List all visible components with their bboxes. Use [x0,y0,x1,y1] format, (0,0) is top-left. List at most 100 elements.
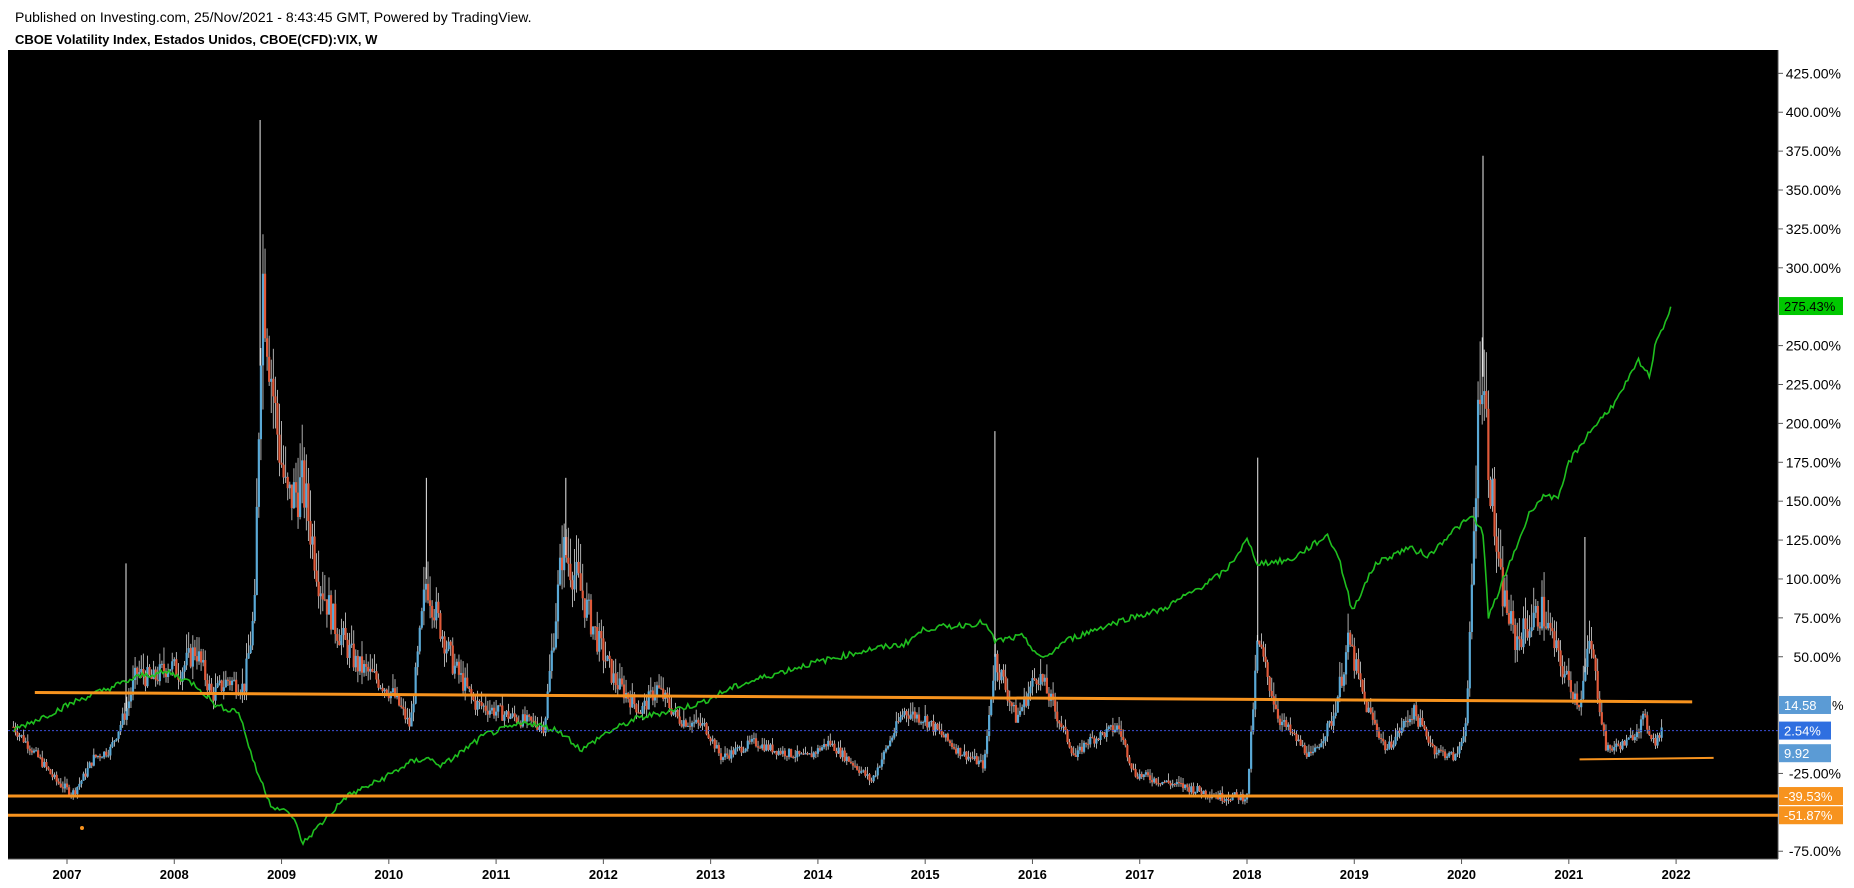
candle-body [247,653,250,659]
candle-body [278,434,281,463]
candle-body [1099,732,1102,741]
candle-body [1316,747,1319,749]
candle-body [1619,745,1622,750]
candle-body [1503,590,1506,607]
candle-body [853,765,857,767]
candle-body [583,598,586,618]
candle-body [889,740,892,747]
candle-body [92,754,95,766]
candle-body [785,756,789,758]
candle-body [703,723,706,725]
candle-body [1429,742,1432,744]
candle-body [371,668,374,672]
candle-body [1446,756,1449,758]
candle-body [567,557,570,564]
candle-body [1332,715,1335,726]
candle-body [538,727,541,730]
candle-body [1530,627,1533,632]
candle-body [1512,611,1515,625]
candle-body [777,750,780,755]
candle-body [606,655,609,661]
candle-body [1334,712,1337,716]
candle-body [1066,730,1069,743]
candle-body [614,673,617,686]
candle-body [575,561,578,576]
candle-body [191,647,194,667]
candle-body [1140,773,1143,777]
x-tick-label: 2007 [53,867,82,882]
candle-body [1142,774,1145,777]
y-tick-label: 75.00% [1794,610,1841,626]
candle-body [893,733,896,738]
candle-body [742,751,745,753]
candle-body [959,747,962,756]
candle-body [581,590,584,599]
candle-body [802,753,805,755]
candle-body [49,769,52,775]
candle-body [1644,713,1647,716]
candle-body [208,683,211,691]
candle-body [400,705,403,708]
candle-body [558,557,562,585]
candle-body [1441,750,1445,752]
candle-body [1054,700,1057,712]
candle-body [1567,670,1570,681]
candle-body [1074,755,1077,757]
vix-chart[interactable]: 425.00% 400.00% 375.00% 350.00% 325.00% 300.0… [0,0,1854,888]
candle-body [1563,674,1566,678]
candle-body [1002,669,1005,677]
candle-body [1415,705,1418,717]
candle-body [348,645,351,658]
candle-body [228,680,232,686]
plot-background [8,50,1778,859]
candle-body [726,753,729,756]
candle-body [697,719,700,723]
candle-body [210,683,213,693]
candle-body [59,783,62,788]
candle-body [406,717,409,720]
candle-body [1606,745,1610,751]
candle-body [608,655,611,660]
candle-body [1161,781,1164,785]
candle-body [1320,743,1323,748]
candle-body [1258,640,1261,645]
candle-body [253,594,256,622]
y-tick-label: 350.00% [1786,182,1841,198]
candle-body [1588,640,1591,649]
candle-body [1029,686,1032,694]
candle-body [391,688,395,693]
candle-body [523,714,527,722]
candle-body [738,746,741,748]
candle-body [1631,735,1634,741]
candle-body [1113,729,1117,732]
candle-body [437,601,440,614]
candle-body [668,698,671,709]
candle-body [1594,657,1597,671]
candle-body [657,685,661,688]
candle-body [37,750,40,758]
candle-body [1481,395,1484,405]
candle-body [424,583,428,590]
candle-body [1091,736,1094,739]
candle-body [660,687,663,689]
candle-body [961,755,964,757]
candle-body [973,756,976,759]
candle-body [263,273,267,339]
candle-body [594,626,597,628]
candle-body [453,665,456,674]
candle-body [305,483,308,508]
candle-body [775,750,778,755]
candle-body [1313,747,1317,752]
price-label-suffix: % [1832,698,1844,713]
candle-body [928,721,931,728]
candle-body [410,712,413,727]
candle-body [695,719,698,723]
candle-body [226,679,230,681]
candle-body [492,707,496,716]
candle-body [1297,739,1300,742]
x-tick-label: 2021 [1554,867,1583,882]
candle-body [1268,676,1271,691]
candle-body [1495,536,1498,552]
candle-body [1200,791,1203,795]
candle-body [1419,717,1422,727]
